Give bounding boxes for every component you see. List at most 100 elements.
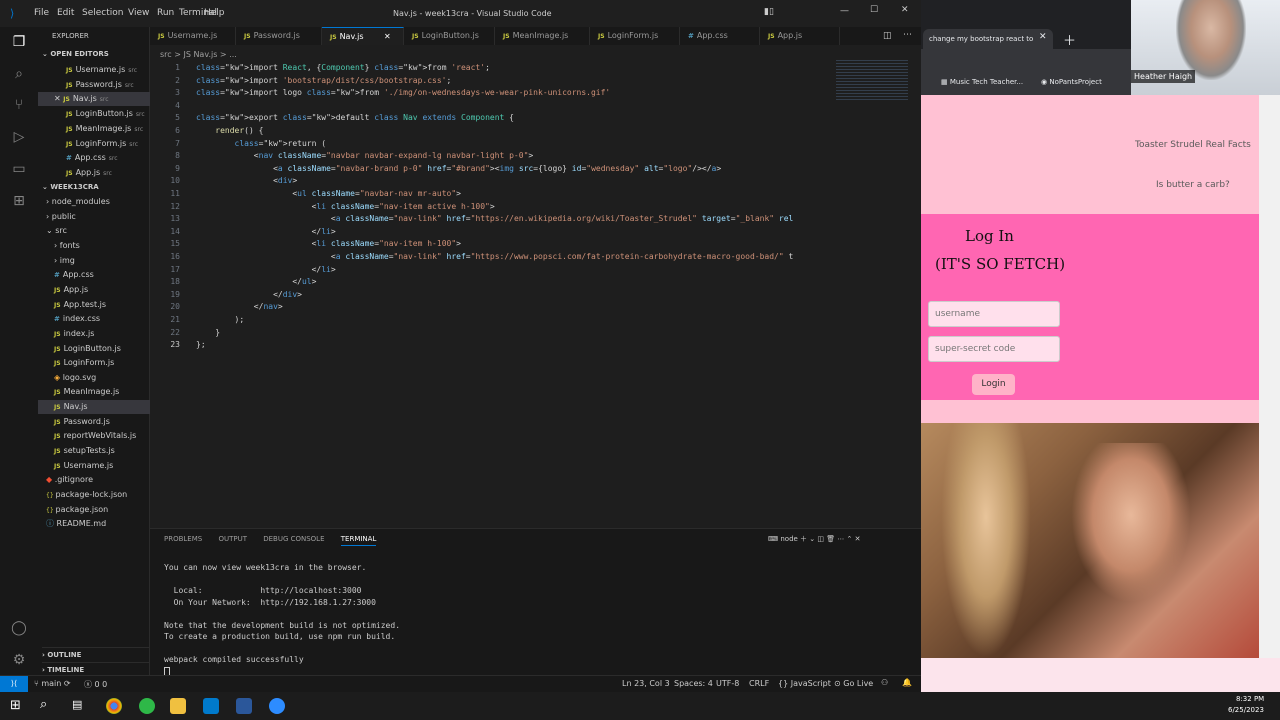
run-debug-icon[interactable]: ▷ [10, 128, 28, 146]
code-line[interactable]: class="kw">import 'bootstrap/dist/css/bo… [196, 76, 451, 85]
editor-tab[interactable]: JS App.js [760, 27, 840, 45]
code-line[interactable]: </ul> [196, 277, 316, 286]
word-taskbar-icon[interactable] [236, 698, 252, 714]
file-tree-item[interactable]: JS setupTests.js [38, 444, 150, 458]
code-line[interactable]: <li className="nav-item h-100"> [196, 239, 461, 248]
file-tree-item[interactable]: ◈ logo.svg [38, 371, 150, 385]
code-line[interactable]: <ul className="navbar-nav mr-auto"> [196, 189, 461, 198]
search-icon[interactable]: ⌕ [10, 65, 28, 83]
open-editor-item[interactable]: JS Password.js src [38, 78, 150, 92]
page-scrollbar[interactable] [1259, 95, 1280, 658]
file-tree-item[interactable]: ⌄ src [38, 224, 150, 238]
file-tree-item[interactable]: JS LoginForm.js [38, 356, 150, 370]
open-editor-item[interactable]: JS LoginForm.js src [38, 137, 150, 151]
file-explorer-taskbar-icon[interactable] [170, 698, 186, 714]
more-actions-icon[interactable]: ⋯ [903, 30, 912, 40]
editor-tab[interactable]: JS Nav.js ✕ [322, 27, 404, 45]
file-tree-item[interactable]: JS App.js [38, 283, 150, 297]
minimap[interactable] [836, 60, 908, 100]
file-tree-item[interactable]: {} package.json [38, 503, 150, 517]
cursor-position[interactable]: Ln 23, Col 3 [622, 679, 670, 688]
close-icon[interactable]: ✕ [54, 94, 63, 103]
remote-indicator-icon[interactable]: ⟩⟨ [0, 676, 28, 692]
code-line[interactable]: </li> [196, 227, 336, 236]
editor-tab[interactable]: JS LoginButton.js [404, 27, 495, 45]
vscode-taskbar-icon[interactable] [203, 698, 219, 714]
minimize-icon[interactable]: — [840, 6, 849, 16]
code-line[interactable]: <div> [196, 176, 297, 185]
code-line[interactable]: class="kw">return ( [196, 139, 327, 148]
code-line[interactable]: <nav className="navbar navbar-expand-lg … [196, 151, 533, 160]
bookmark-music-tech[interactable]: ▦ Music Tech Teacher... [941, 78, 1023, 86]
terminal-output[interactable]: You can now view week13cra in the browse… [150, 529, 921, 677]
breadcrumb[interactable]: src > JS Nav.js > ... [160, 50, 237, 59]
code-line[interactable]: ); [196, 315, 245, 324]
browser-tab[interactable]: change my bootstrap react to [923, 29, 1053, 49]
settings-gear-icon[interactable]: ⚙ [10, 651, 28, 669]
file-tree-item[interactable]: JS reportWebVitals.js [38, 429, 150, 443]
timeline-header[interactable]: › TIMELINE [42, 662, 154, 676]
project-header[interactable]: ⌄ WEEK13CRA [42, 180, 154, 194]
menu-selection[interactable]: Selection [82, 8, 123, 18]
file-tree-item[interactable]: JS Password.js [38, 415, 150, 429]
menu-terminal[interactable]: Help [204, 8, 225, 18]
code-line[interactable]: class="kw">import React, {Component} cla… [196, 63, 490, 72]
open-editor-item[interactable]: JS Username.js src [38, 63, 150, 77]
close-window-icon[interactable]: ✕ [901, 5, 909, 15]
file-tree-item[interactable]: ◆ .gitignore [38, 473, 150, 487]
file-tree-item[interactable]: › img [38, 254, 150, 268]
editor-tab[interactable]: # App.css [680, 27, 760, 45]
file-tree-item[interactable]: JS index.js [38, 327, 150, 341]
open-editor-item[interactable]: # App.css src [38, 151, 150, 165]
file-tree-item[interactable]: ⓘ README.md [38, 517, 150, 531]
split-editor-icon[interactable]: ◫ [883, 31, 892, 41]
open-editor-item[interactable]: JS LoginButton.js src [38, 107, 150, 121]
open-editors-header[interactable]: ⌄ OPEN EDITORS [42, 47, 154, 61]
close-tab-icon[interactable]: ✕ [1039, 32, 1047, 42]
file-tree-item[interactable]: JS MeanImage.js [38, 385, 150, 399]
username-input[interactable]: username [928, 301, 1060, 327]
menu-file[interactable]: File [34, 8, 49, 18]
chrome-taskbar-icon[interactable] [106, 698, 122, 714]
outline-header[interactable]: › OUTLINE [42, 647, 154, 661]
file-tree-item[interactable]: # App.css [38, 268, 150, 282]
accounts-status-icon[interactable]: ⚇ [881, 678, 888, 687]
nav-link-toaster-strudel[interactable]: Toaster Strudel Real Facts [1135, 140, 1251, 150]
code-editor[interactable]: 1 class="kw">import React, {Component} cl… [150, 60, 921, 528]
open-editor-item[interactable]: JS App.js src [38, 166, 150, 180]
language-mode[interactable]: {} JavaScript [778, 679, 831, 688]
editor-tab[interactable]: JS MeanImage.js [495, 27, 590, 45]
file-tree-item[interactable]: › node_modules [38, 195, 150, 209]
taskbar-search-icon[interactable]: ⌕ [40, 697, 47, 712]
code-line[interactable]: render() { [196, 126, 263, 135]
bookmark-nopants[interactable]: ◉ NoPantsProject [1041, 78, 1102, 86]
windows-start-icon[interactable]: ⊞ [10, 698, 21, 713]
maximize-icon[interactable]: ☐ [870, 5, 878, 15]
menu-view[interactable]: View [128, 8, 149, 18]
code-line[interactable]: class="kw">export class="kw">default cla… [196, 113, 514, 122]
code-line[interactable]: class="kw">import logo class="kw">from '… [196, 88, 610, 97]
problems-indicator[interactable]: ⓧ 0 0 [84, 679, 107, 690]
open-editor-item[interactable]: JS MeanImage.js src [38, 122, 150, 136]
task-view-icon[interactable]: ▤ [72, 698, 82, 711]
code-line[interactable]: }; [196, 340, 206, 349]
zoom-taskbar-icon[interactable] [269, 698, 285, 714]
editor-tab[interactable]: JS LoginForm.js [590, 27, 680, 45]
file-tree-item[interactable]: {} package-lock.json [38, 488, 150, 502]
extensions-icon[interactable]: ⊞ [10, 192, 28, 210]
go-live-button[interactable]: ⊙ Go Live [834, 679, 873, 688]
indentation[interactable]: Spaces: 4 [674, 679, 713, 688]
branch-indicator[interactable]: ⑂ main ⟳ [34, 679, 71, 688]
clock-date[interactable]: 6/25/2023 [1228, 706, 1264, 714]
file-tree-item[interactable]: › fonts [38, 239, 150, 253]
explorer-icon[interactable]: ❐ [10, 33, 28, 51]
code-line[interactable]: </nav> [196, 302, 283, 311]
clock-time[interactable]: 8:32 PM [1236, 695, 1264, 703]
code-line[interactable]: <a className="nav-link" href="https://ww… [196, 252, 793, 261]
encoding[interactable]: UTF-8 [716, 679, 739, 688]
close-tab-icon[interactable]: ✕ [382, 32, 391, 41]
file-tree-item[interactable]: # index.css [38, 312, 150, 326]
layout-icon[interactable]: ▮▯ [764, 7, 774, 17]
editor-tab[interactable]: JS Password.js [236, 27, 322, 45]
eol[interactable]: CRLF [749, 679, 769, 688]
